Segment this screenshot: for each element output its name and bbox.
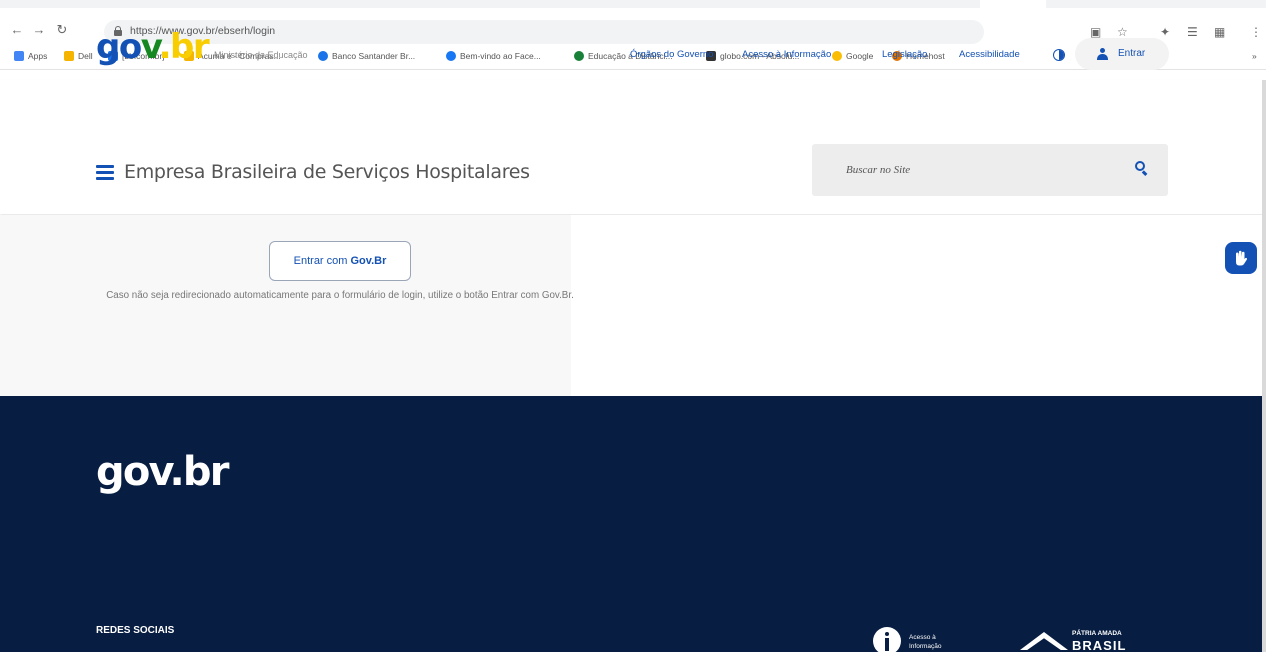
vlibras-accessibility-button[interactable] [1225,242,1257,274]
hand-sign-icon [1236,250,1248,266]
login-panel: Entrar com Gov.Br Caso não seja redireci… [0,215,574,396]
search-box [812,144,1168,196]
bookmark-item[interactable]: Dell [64,51,93,61]
header-login-button[interactable]: Entrar [1075,38,1169,70]
link-legislacao[interactable]: Legislação [882,49,927,60]
organization-name: Empresa Brasileira de Serviços Hospitala… [124,161,530,183]
apps-grid-icon [14,51,24,61]
site-footer: gov.br REDES SOCIAIS Acesso à Informação… [0,396,1266,652]
google-icon [832,51,842,61]
back-arrow-icon[interactable]: ← [10,23,24,37]
patria-line2: BRASIL [1072,638,1127,652]
govbr-logo[interactable]: gov.br [96,30,210,64]
bookmarks-overflow-icon[interactable]: » [1252,51,1257,61]
search-input[interactable] [812,144,1122,196]
page-scrollbar[interactable] [1262,80,1266,652]
link-acesso-informacao[interactable]: Acesso à Informação [742,49,831,60]
extension-icon[interactable]: ✦ [1160,26,1170,38]
address-bar[interactable]: https://www.gov.br/ebserh/login [104,20,984,44]
folder-icon [64,51,74,61]
search-icon[interactable] [1135,161,1149,176]
bookmark-item[interactable]: Google [832,51,873,61]
chrome-menu-icon[interactable]: ⋮ [1250,26,1262,38]
roof-icon [1020,632,1068,650]
patria-line1: PÁTRIA AMADA [1072,630,1122,637]
ministry-name: Ministério da Educação [214,50,308,60]
reading-list-icon[interactable]: ☰ [1187,26,1198,38]
bookmark-apps[interactable]: Apps [14,51,47,61]
redirect-message: Caso não seja redirecionado automaticame… [106,290,574,301]
social-networks-title: REDES SOCIAIS [96,625,175,636]
hamburger-menu-icon[interactable] [96,165,114,180]
facebook-icon [446,51,456,61]
link-orgaos-governo[interactable]: Órgãos do Governo [630,49,713,60]
contrast-icon[interactable] [1053,49,1065,61]
extension-badge-icon[interactable]: ▦ [1214,26,1225,38]
main-content: Entrar com Gov.Br Caso não seja redireci… [0,215,1266,396]
reload-icon[interactable]: ↻ [55,23,69,37]
bookmark-item[interactable]: Banco Santander Br... [318,51,415,61]
favicon-icon [574,51,584,61]
bookmark-item[interactable]: Bem-vindo ao Face... [446,51,541,61]
user-icon [1097,48,1108,60]
browser-tab-strip [0,0,1266,8]
cast-icon[interactable]: ▣ [1090,26,1101,38]
bookmark-star-icon[interactable]: ☆ [1117,26,1128,38]
link-acessibilidade[interactable]: Acessibilidade [959,49,1020,60]
login-govbr-button[interactable]: Entrar com Gov.Br [269,241,411,281]
access-information-label: Acesso à Informação [909,634,942,650]
favicon-icon [318,51,328,61]
login-label: Entrar [1118,48,1146,59]
forward-arrow-icon[interactable]: → [32,23,46,37]
footer-govbr-logo[interactable]: gov.br [96,450,229,494]
info-icon [873,627,901,652]
